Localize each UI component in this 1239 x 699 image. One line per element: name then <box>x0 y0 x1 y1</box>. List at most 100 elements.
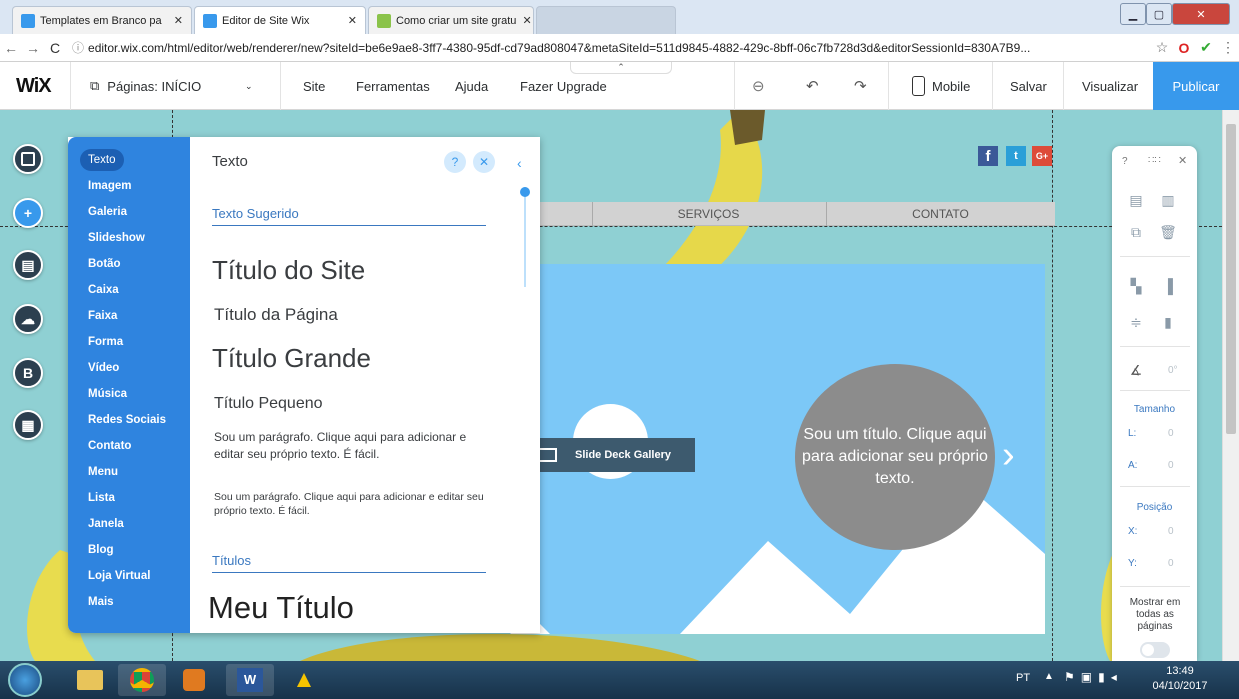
menu-dots-icon[interactable]: ⋮ <box>1217 39 1239 56</box>
add-icon[interactable]: + <box>13 198 43 228</box>
media-player-icon[interactable] <box>170 664 218 696</box>
preset-page-title[interactable]: Título da Página <box>214 305 338 325</box>
show-hidden-icons-icon[interactable]: ▲ <box>1044 671 1054 682</box>
close-icon[interactable]: ✕ <box>342 14 357 27</box>
collapse-toolbar-icon[interactable]: ⌃ <box>570 62 672 74</box>
category-item[interactable]: Forma <box>88 331 123 353</box>
preset-small-title[interactable]: Título Pequeno <box>214 395 323 413</box>
twitter-icon[interactable]: t <box>1006 146 1026 166</box>
category-item[interactable]: Música <box>88 383 127 405</box>
close-icon[interactable]: ✕ <box>516 14 531 27</box>
menu-tools[interactable]: Ferramentas <box>356 62 430 110</box>
facebook-icon[interactable]: f <box>978 146 998 166</box>
app-market-icon[interactable]: ▤ <box>13 250 43 280</box>
slide-deck-gallery[interactable]: Slide Deck Gallery Sou um título. Clique… <box>510 264 1045 634</box>
close-icon[interactable]: ✕ <box>168 14 183 27</box>
category-item[interactable]: Faixa <box>88 305 117 327</box>
chrome-icon[interactable] <box>118 664 166 696</box>
blog-icon[interactable]: B <box>13 358 43 388</box>
category-item[interactable]: Blog <box>88 539 114 561</box>
page-scrollbar[interactable] <box>1222 110 1239 661</box>
clock-time[interactable]: 13:49 <box>1150 665 1210 677</box>
category-item[interactable]: Contato <box>88 435 131 457</box>
category-item[interactable]: Galeria <box>88 201 127 223</box>
check-extension-icon[interactable]: ✔ <box>1195 39 1217 56</box>
category-item[interactable]: Vídeo <box>88 357 119 379</box>
upload-icon[interactable]: ☁ <box>13 304 43 334</box>
url-input[interactable]: ⓘ editor.wix.com/html/editor/web/rendere… <box>72 37 1151 59</box>
category-item[interactable]: Caixa <box>88 279 119 301</box>
start-button-icon[interactable] <box>8 663 42 697</box>
category-item[interactable]: Mais <box>88 591 114 613</box>
align-icon[interactable]: ▐ <box>1158 278 1178 294</box>
title-circle[interactable]: Sou um título. Clique aqui para adiciona… <box>795 364 995 550</box>
preset-site-title[interactable]: Título do Site <box>212 255 365 286</box>
category-item[interactable]: Imagem <box>88 175 131 197</box>
collapse-panel-icon[interactable]: ‹ <box>517 155 522 171</box>
browser-tab[interactable]: Como criar um site gratu ✕ <box>368 6 534 34</box>
paste-icon[interactable]: ▥ <box>1158 192 1178 209</box>
tray-icons[interactable]: ⚑▣▮◂ <box>1064 670 1123 684</box>
category-item[interactable]: Janela <box>88 513 124 535</box>
clock-date[interactable]: 04/10/2017 <box>1150 680 1210 692</box>
delete-icon[interactable]: 🗑 <box>1158 224 1178 241</box>
x-value[interactable]: 0 <box>1168 526 1174 537</box>
category-item[interactable]: Slideshow <box>88 227 145 249</box>
copy-icon[interactable]: ▤ <box>1126 192 1146 209</box>
y-value[interactable]: 0 <box>1168 558 1174 569</box>
zoom-icon[interactable]: ⊖ <box>752 62 765 110</box>
category-item[interactable]: Botão <box>88 253 121 275</box>
distribute-icon[interactable]: ≑ <box>1126 314 1146 331</box>
back-icon[interactable]: ← <box>0 40 22 56</box>
category-item[interactable]: Lista <box>88 487 115 509</box>
forward-icon[interactable]: → <box>22 40 44 56</box>
rotation-value[interactable]: 0° <box>1168 365 1178 376</box>
arrange-icon[interactable]: ▚ <box>1126 278 1146 295</box>
preset-big-title[interactable]: Título Grande <box>212 343 371 374</box>
category-item[interactable]: Texto <box>80 149 124 171</box>
close-icon[interactable]: ✕ <box>473 151 495 173</box>
category-item[interactable]: Redes Sociais <box>88 409 166 431</box>
preset-my-title[interactable]: Meu Título <box>208 590 354 626</box>
gallery-next-arrow-icon[interactable]: › <box>1002 436 1015 474</box>
site-nav-services[interactable]: SERVIÇOS <box>592 202 825 226</box>
browser-tab[interactable]: Editor de Site Wix ✕ <box>194 6 366 34</box>
height-value[interactable]: 0 <box>1168 460 1174 471</box>
duplicate-icon[interactable]: ⧉ <box>1126 224 1146 241</box>
redo-icon[interactable]: ↷ <box>854 62 867 110</box>
category-item[interactable]: Loja Virtual <box>88 565 150 587</box>
site-nav-contact[interactable]: CONTATO <box>826 202 1055 226</box>
menu-site[interactable]: Site <box>303 62 325 110</box>
preset-paragraph-small[interactable]: Sou um parágrafo. Clique aqui para adici… <box>214 490 494 518</box>
file-explorer-icon[interactable] <box>66 664 114 696</box>
new-tab-button[interactable] <box>536 6 676 34</box>
minimize-icon[interactable]: ▁ <box>1120 3 1146 25</box>
match-size-icon[interactable]: ▮ <box>1158 314 1178 331</box>
close-window-icon[interactable]: ✕ <box>1172 3 1230 25</box>
help-icon[interactable]: ? <box>444 151 466 173</box>
opera-extension-icon[interactable]: O <box>1173 40 1195 56</box>
maximize-icon[interactable]: ▢ <box>1146 3 1172 25</box>
preset-paragraph-large[interactable]: Sou um parágrafo. Clique aqui para adici… <box>214 429 479 463</box>
menu-help[interactable]: Ajuda <box>455 62 488 110</box>
google-plus-icon[interactable]: G+ <box>1032 146 1052 166</box>
drag-handle-icon[interactable]: ∷∷ <box>1148 155 1161 166</box>
browser-tab[interactable]: Templates em Branco pa ✕ <box>12 6 192 34</box>
pages-dropdown[interactable]: ⧉ Páginas: INÍCIO ⌄ <box>90 62 270 110</box>
help-icon[interactable]: ? <box>1122 156 1128 167</box>
bookmark-star-icon[interactable]: ☆ <box>1151 39 1173 56</box>
category-item[interactable]: Menu <box>88 461 118 483</box>
reload-icon[interactable]: C <box>44 40 66 56</box>
save-button[interactable]: Salvar <box>1010 62 1047 110</box>
bookings-icon[interactable]: ▦ <box>13 410 43 440</box>
preview-button[interactable]: Visualizar <box>1082 62 1138 110</box>
background-icon[interactable] <box>13 144 43 174</box>
word-icon[interactable]: W <box>226 664 274 696</box>
close-icon[interactable]: ✕ <box>1178 154 1187 167</box>
scrollbar-thumb[interactable] <box>1226 124 1236 434</box>
show-all-pages-toggle[interactable] <box>1140 642 1170 658</box>
warning-icon[interactable]: ▲ <box>280 664 328 696</box>
undo-icon[interactable]: ↶ <box>806 62 819 110</box>
rotate-icon[interactable]: ∡ <box>1126 362 1146 379</box>
language-indicator[interactable]: PT <box>1016 672 1030 684</box>
